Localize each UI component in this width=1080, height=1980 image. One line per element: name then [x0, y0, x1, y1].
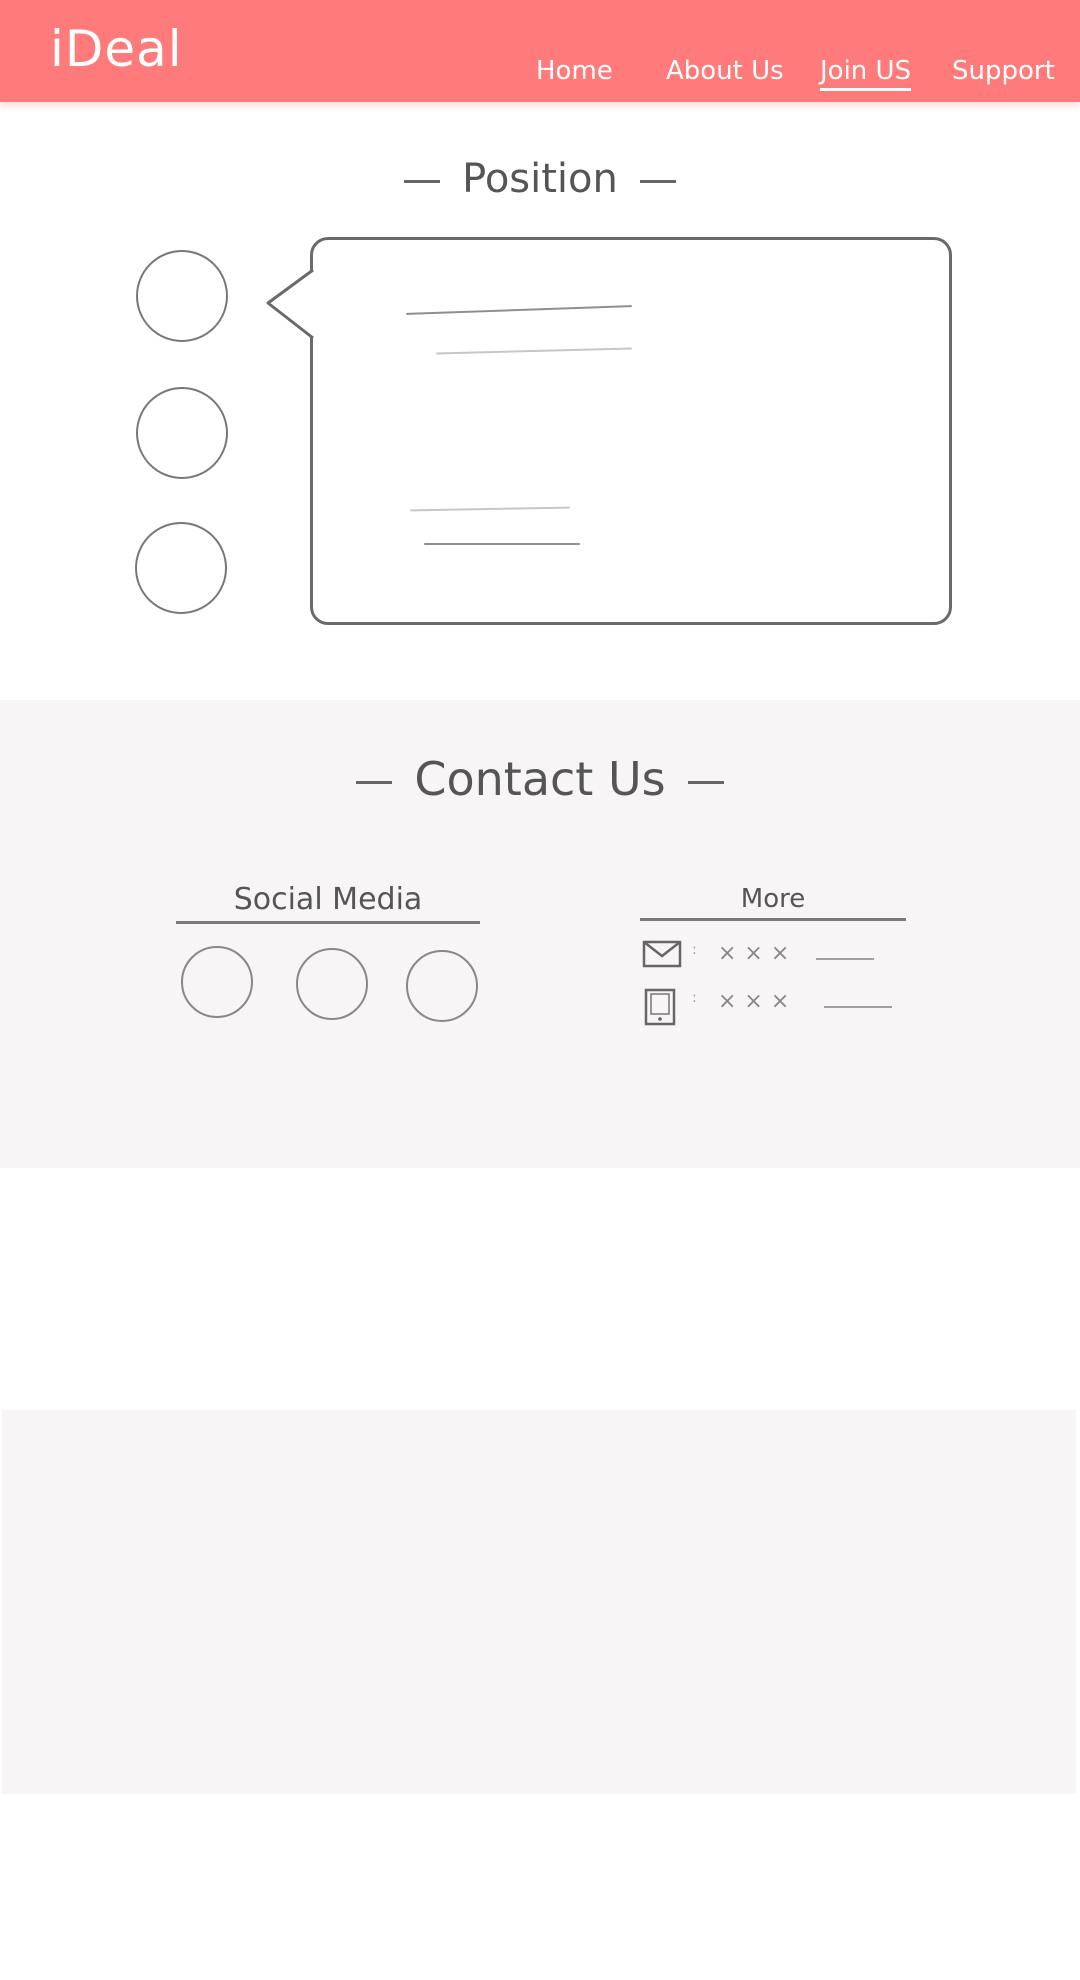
contact-row-email: : ×××: [640, 938, 920, 978]
bubble-pointer: [266, 268, 314, 340]
empty-content-block: [2, 1410, 1076, 1794]
position-option-3[interactable]: [135, 522, 227, 614]
more-heading: More: [640, 884, 906, 921]
mail-icon: [642, 940, 682, 972]
placeholder-line: [824, 1006, 892, 1008]
position-title-text: Position: [462, 156, 618, 202]
nav-home[interactable]: Home: [536, 56, 613, 86]
position-option-2[interactable]: [136, 387, 228, 479]
social-media-link-3[interactable]: [406, 950, 478, 1022]
title-dash-right: [687, 781, 724, 784]
contact-title: Contact Us: [0, 752, 1080, 806]
title-dash-right: [639, 179, 676, 183]
phone-icon: [644, 988, 678, 1030]
position-title: Position: [0, 156, 1080, 202]
social-media-link-1[interactable]: [181, 946, 253, 1018]
social-media-heading: Social Media: [176, 882, 480, 924]
phone-value: ×××: [718, 989, 798, 1014]
title-dash-left: [356, 781, 393, 784]
social-media-link-2[interactable]: [296, 948, 368, 1020]
contact-row-phone: : ×××: [640, 986, 920, 1026]
nav-about-us[interactable]: About Us: [666, 56, 784, 86]
position-option-1[interactable]: [136, 250, 228, 342]
site-header: iDeal Home About Us Join US Support: [0, 0, 1080, 102]
logo[interactable]: iDeal: [50, 20, 183, 78]
nav-join-us[interactable]: Join US: [820, 56, 912, 91]
email-value: ×××: [718, 941, 798, 966]
separator: :: [692, 990, 697, 1006]
contact-title-text: Contact Us: [414, 752, 666, 806]
position-detail-panel: [310, 237, 952, 625]
placeholder-text-line: [424, 543, 580, 545]
title-dash-left: [404, 179, 441, 183]
separator: :: [692, 942, 697, 958]
nav-support[interactable]: Support: [952, 56, 1055, 86]
placeholder-line: [816, 958, 874, 960]
